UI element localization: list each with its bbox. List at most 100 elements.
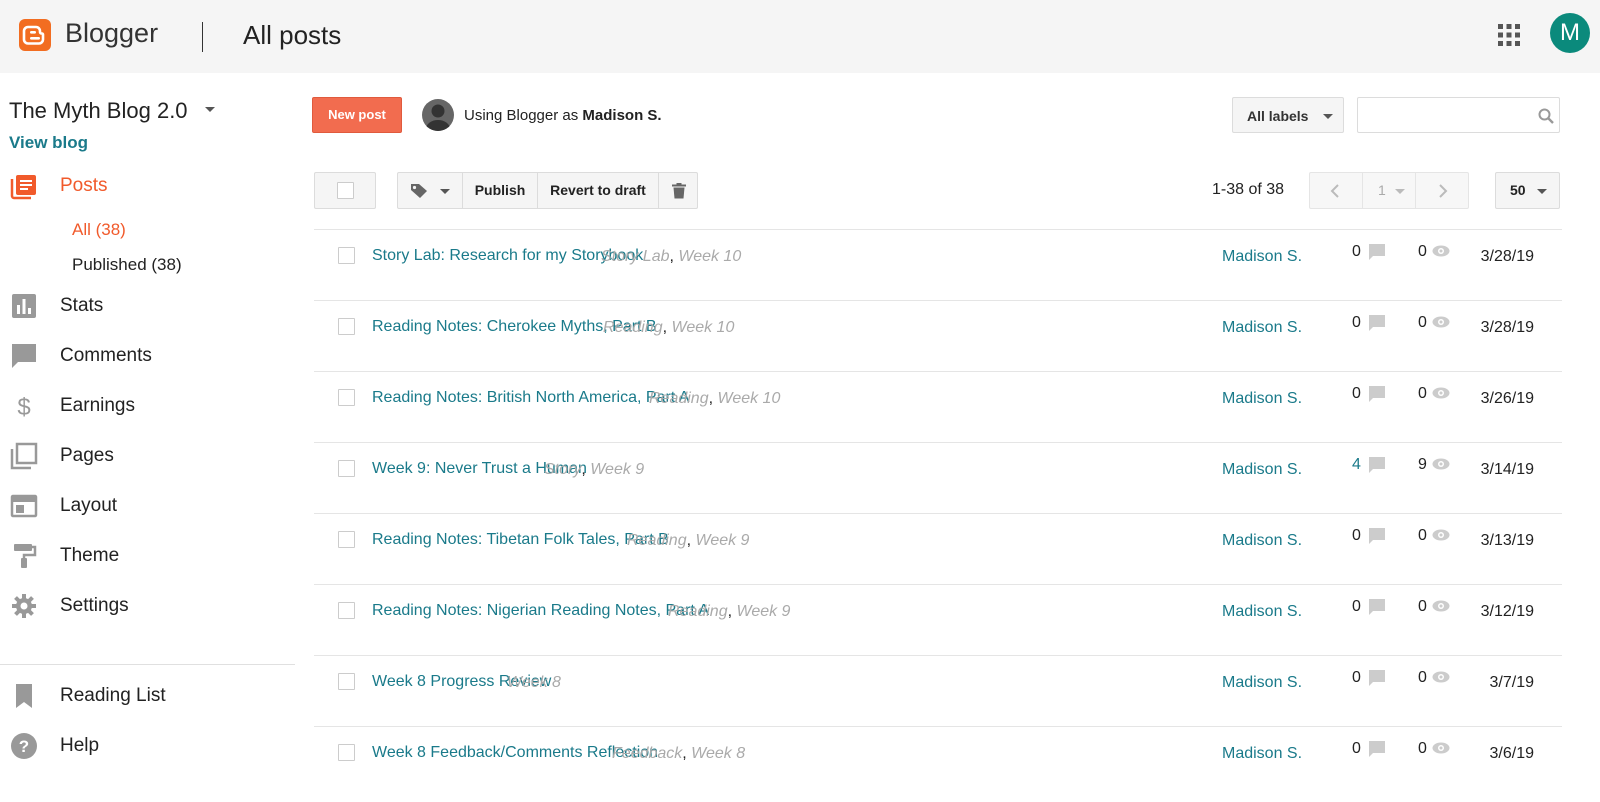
sidebar-item-comments[interactable]: Comments xyxy=(0,336,290,376)
post-label-separator: , xyxy=(727,603,737,620)
table-row[interactable]: Week 8 Progress Review Week 8 Madison S.… xyxy=(314,655,1562,726)
next-page-button[interactable] xyxy=(1415,172,1469,209)
sidebar-item-pages[interactable]: Pages xyxy=(0,436,290,476)
row-checkbox[interactable] xyxy=(338,531,355,548)
post-label[interactable]: Week 10 xyxy=(718,390,781,407)
select-all-checkbox[interactable] xyxy=(337,182,354,199)
all-labels-dropdown[interactable]: All labels xyxy=(1232,97,1344,133)
previous-page-button[interactable] xyxy=(1309,172,1363,209)
post-label[interactable]: Reading xyxy=(603,319,663,336)
sidebar-subitem-all[interactable]: All (38) xyxy=(72,220,126,240)
sidebar-item-label: Theme xyxy=(60,545,120,566)
post-label[interactable]: Week 9 xyxy=(590,461,644,478)
select-all-checkbox-button[interactable] xyxy=(314,172,376,209)
search-box[interactable] xyxy=(1357,97,1560,133)
sidebar-item-settings[interactable]: Settings xyxy=(0,586,290,626)
sidebar-subitem-published[interactable]: Published (38) xyxy=(72,255,182,275)
view-blog-link[interactable]: View blog xyxy=(9,133,88,153)
account-avatar[interactable]: M xyxy=(1550,13,1590,53)
delete-button[interactable] xyxy=(658,172,698,209)
post-author-link[interactable]: Madison S. xyxy=(1222,319,1302,337)
post-label[interactable]: Story Lab xyxy=(601,248,669,265)
post-labels: Reading, Week 10 xyxy=(603,319,734,337)
post-author-link[interactable]: Madison S. xyxy=(1222,390,1302,408)
sidebar-item-label: Reading List xyxy=(60,685,166,706)
blogger-logo-icon[interactable] xyxy=(19,19,51,51)
post-author-link[interactable]: Madison S. xyxy=(1222,745,1302,763)
comment-count: 0 xyxy=(1352,598,1361,615)
sidebar-item-help[interactable]: ? Help xyxy=(0,726,290,766)
post-title-link[interactable]: Reading Notes: Tibetan Folk Tales, Part … xyxy=(372,531,669,549)
post-author-link[interactable]: Madison S. xyxy=(1222,248,1302,266)
post-label[interactable]: Week 8 xyxy=(507,674,561,691)
row-checkbox[interactable] xyxy=(338,318,355,335)
sidebar-item-theme[interactable]: Theme xyxy=(0,536,290,576)
post-label[interactable]: Week 9 xyxy=(696,532,750,549)
brand-name[interactable]: Blogger xyxy=(65,18,158,49)
sidebar-item-reading-list[interactable]: Reading List xyxy=(0,676,290,716)
chevron-down-icon xyxy=(440,189,450,194)
table-row[interactable]: Story Lab: Research for my Storybook Sto… xyxy=(314,229,1562,300)
sidebar-item-label: Comments xyxy=(60,345,152,366)
posts-per-page-value: 50 xyxy=(1510,182,1526,198)
page-select-dropdown[interactable]: 1 xyxy=(1362,172,1416,209)
row-checkbox[interactable] xyxy=(338,744,355,761)
sidebar-item-label: Posts xyxy=(60,175,108,196)
table-row[interactable]: Reading Notes: Tibetan Folk Tales, Part … xyxy=(314,513,1562,584)
post-labels: Story Lab, Week 10 xyxy=(601,248,741,266)
comment-count: 0 xyxy=(1352,527,1361,544)
post-author-link[interactable]: Madison S. xyxy=(1222,532,1302,550)
post-title-link[interactable]: Reading Notes: British North America, Pa… xyxy=(372,389,689,407)
row-checkbox[interactable] xyxy=(338,673,355,690)
post-title-link[interactable]: Reading Notes: Nigerian Reading Notes, P… xyxy=(372,602,709,620)
header-divider xyxy=(202,22,203,52)
post-range-count: 1-38 of 38 xyxy=(1212,181,1285,198)
post-author-link[interactable]: Madison S. xyxy=(1222,674,1302,692)
row-checkbox[interactable] xyxy=(338,247,355,264)
blog-selector-caret-icon[interactable] xyxy=(205,107,215,112)
row-checkbox[interactable] xyxy=(338,602,355,619)
post-label[interactable]: Week 9 xyxy=(737,603,791,620)
publish-button[interactable]: Publish xyxy=(462,172,538,209)
table-row[interactable]: Week 9: Never Trust a Human Story, Week … xyxy=(314,442,1562,513)
row-checkbox[interactable] xyxy=(338,460,355,477)
revert-to-draft-button[interactable]: Revert to draft xyxy=(537,172,659,209)
new-post-button[interactable]: New post xyxy=(312,97,402,133)
sidebar-item-posts[interactable]: Posts xyxy=(0,166,290,206)
chevron-right-icon xyxy=(1439,184,1448,198)
dollar-icon: $ xyxy=(17,394,30,420)
search-input[interactable] xyxy=(1362,102,1522,128)
post-date: 3/6/19 xyxy=(1489,745,1534,762)
sidebar: The Myth Blog 2.0 View blog Posts All (3… xyxy=(0,73,295,802)
chevron-left-icon xyxy=(1330,184,1339,198)
sidebar-item-stats[interactable]: Stats xyxy=(0,286,290,326)
posts-per-page-dropdown[interactable]: 50 xyxy=(1495,172,1560,209)
apps-grid-icon[interactable] xyxy=(1498,24,1520,46)
post-label[interactable]: Feedback xyxy=(612,745,682,762)
post-author-link[interactable]: Madison S. xyxy=(1222,461,1302,479)
pages-icon xyxy=(10,442,38,470)
table-row[interactable]: Week 8 Feedback/Comments Reflection Feed… xyxy=(314,726,1562,797)
blog-name-selector[interactable]: The Myth Blog 2.0 xyxy=(9,98,188,124)
tag-icon xyxy=(411,184,427,198)
post-label[interactable]: Story xyxy=(544,461,581,478)
search-icon[interactable] xyxy=(1538,108,1554,124)
eye-icon xyxy=(1432,316,1450,328)
post-author-link[interactable]: Madison S. xyxy=(1222,603,1302,621)
post-label[interactable]: Week 10 xyxy=(672,319,735,336)
table-row[interactable]: Reading Notes: Cherokee Myths, Part B Re… xyxy=(314,300,1562,371)
post-label[interactable]: Reading xyxy=(627,532,687,549)
row-checkbox[interactable] xyxy=(338,389,355,406)
table-row[interactable]: Reading Notes: British North America, Pa… xyxy=(314,371,1562,442)
post-label[interactable]: Week 10 xyxy=(678,248,741,265)
sidebar-item-earnings[interactable]: $ Earnings xyxy=(0,386,290,426)
table-row[interactable]: Reading Notes: Nigerian Reading Notes, P… xyxy=(314,584,1562,655)
sidebar-item-layout[interactable]: Layout xyxy=(0,486,290,526)
eye-icon xyxy=(1432,671,1450,683)
post-label[interactable]: Reading xyxy=(649,390,709,407)
label-menu-button[interactable] xyxy=(397,172,463,209)
post-label[interactable]: Reading xyxy=(668,603,728,620)
stats-icon xyxy=(12,294,36,318)
comment-count[interactable]: 4 xyxy=(1352,456,1361,474)
post-label[interactable]: Week 8 xyxy=(691,745,745,762)
